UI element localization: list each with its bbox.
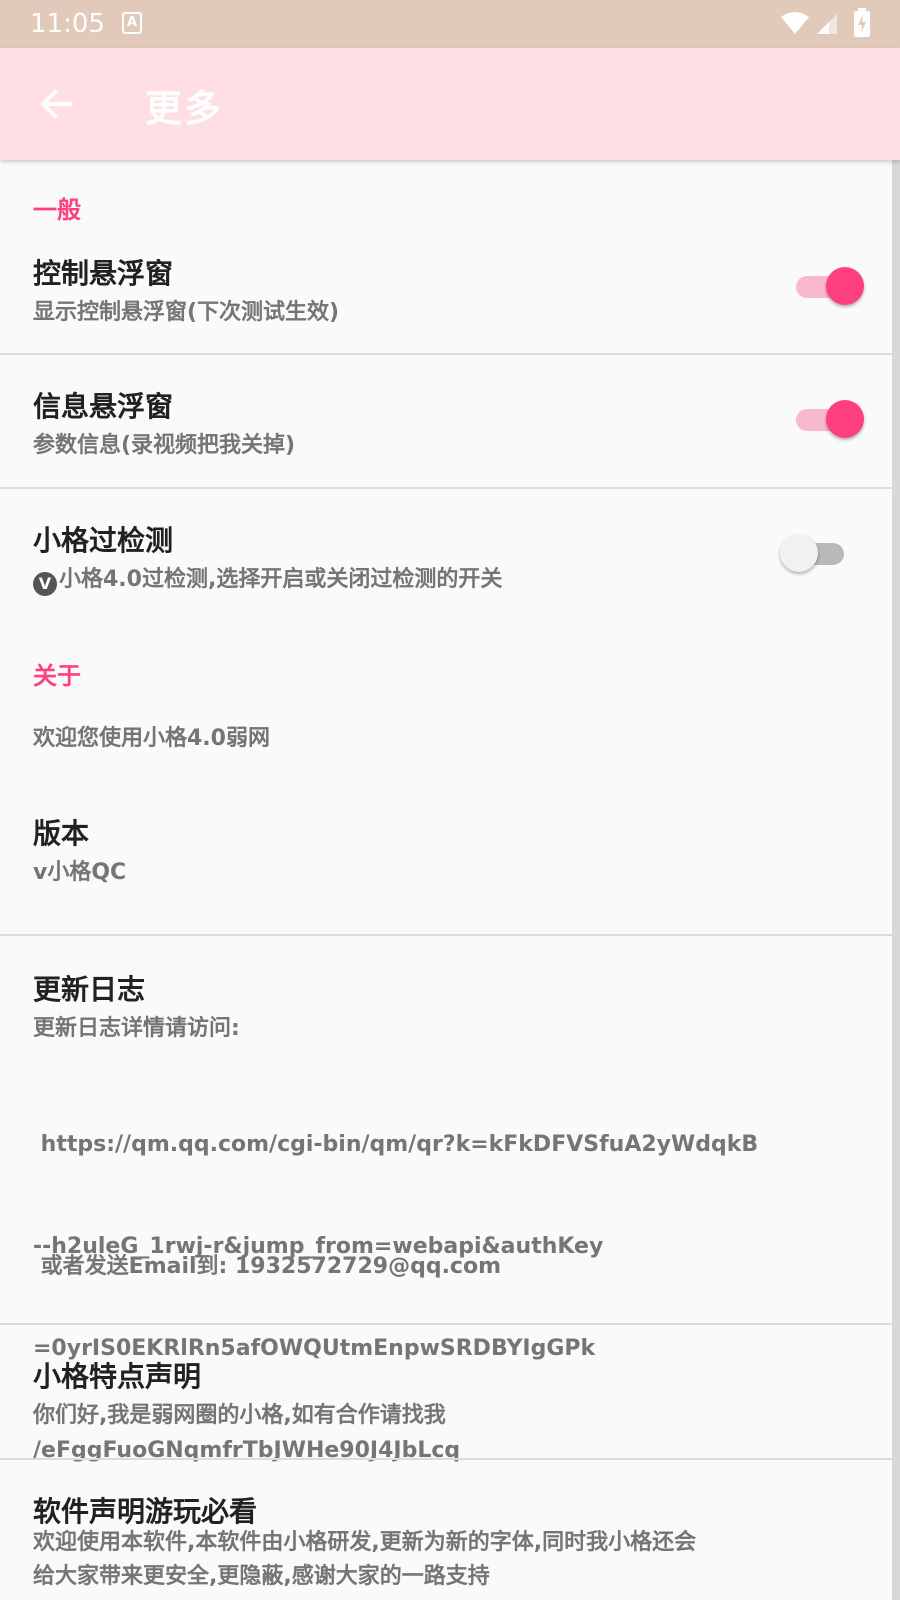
pref-software-statement[interactable]: 软件声明游玩必看 欢迎使用本软件,本软件由小格研发,更新为新的字体,同时我小格还… xyxy=(0,1460,892,1600)
signal-icon xyxy=(817,14,837,34)
battery-charging-icon xyxy=(854,8,870,37)
app-bar: 更多 xyxy=(0,48,900,160)
control-floating-window-switch[interactable] xyxy=(792,266,864,306)
statement-line: 欢迎使用本软件,本软件由小格研发,更新为新的字体,同时我小格还会 xyxy=(33,1530,697,1555)
changelog-email: 或者发送Email到: 1932572729@qq.com xyxy=(33,1254,502,1279)
pref-title: 软件声明游玩必看 xyxy=(33,1495,258,1528)
pref-control-floating-window[interactable]: 控制悬浮窗 显示控制悬浮窗(下次测试生效) xyxy=(0,222,892,356)
pref-title: 小格过检测 xyxy=(33,524,174,557)
pref-title: 小格特点声明 xyxy=(33,1360,202,1393)
welcome-text: 欢迎您使用小格4.0弱网 xyxy=(33,726,270,751)
url-line: https://qm.qq.com/cgi-bin/qm/qr?k=kFkDFV… xyxy=(33,1132,759,1157)
pref-info-floating-window[interactable]: 信息悬浮窗 参数信息(录视频把我关掉) xyxy=(0,355,892,487)
status-time: 11:05 xyxy=(30,9,105,39)
switch-thumb xyxy=(826,267,864,305)
statement-line: 给大家带来更安全,更隐蔽,感谢大家的一路支持 xyxy=(33,1564,490,1589)
category-general: 一般 xyxy=(33,196,81,224)
pref-bypass-detection[interactable]: 小格过检测 V 小格4.0过检测,选择开启或关闭过检测的开关 xyxy=(0,489,892,629)
pref-summary: 参数信息(录视频把我关掉) xyxy=(33,433,296,458)
pref-title: 控制悬浮窗 xyxy=(33,257,174,290)
v-badge-icon: V xyxy=(33,572,57,596)
category-about: 关于 xyxy=(33,662,81,690)
pref-summary: 小格4.0过检测,选择开启或关闭过检测的开关 xyxy=(59,567,503,592)
pref-title: 更新日志 xyxy=(33,973,146,1006)
changelog-intro: 更新日志详情请访问: xyxy=(33,1016,240,1041)
pref-feature-statement[interactable]: 小格特点声明 你们好,我是弱网圈的小格,如有合作请找我 xyxy=(0,1325,892,1457)
version-value: v小格QC xyxy=(33,860,127,885)
pref-welcome[interactable]: 欢迎您使用小格4.0弱网 xyxy=(0,688,892,778)
pref-summary: 显示控制悬浮窗(下次测试生效) xyxy=(33,300,340,325)
statement-text: 欢迎使用本软件,本软件由小格研发,更新为新的字体,同时我小格还会 给大家带来更安… xyxy=(33,1526,696,1594)
pref-changelog[interactable]: 更新日志 更新日志详情请访问: https://qm.qq.com/cgi-bi… xyxy=(0,936,892,1463)
bypass-detection-switch[interactable] xyxy=(780,533,850,573)
status-bar: 11:05 A xyxy=(0,0,900,48)
arrow-back-icon[interactable] xyxy=(36,84,76,124)
pref-summary: 你们好,我是弱网圈的小格,如有合作请找我 xyxy=(33,1403,446,1428)
wifi-icon xyxy=(781,12,809,34)
pref-title: 信息悬浮窗 xyxy=(33,390,174,423)
switch-thumb xyxy=(826,400,864,438)
preferences-list: 一般 控制悬浮窗 显示控制悬浮窗(下次测试生效) 信息悬浮窗 参数信息(录视频把… xyxy=(0,160,900,1600)
pref-summary-row: V 小格4.0过检测,选择开启或关闭过检测的开关 xyxy=(33,561,502,596)
switch-thumb xyxy=(780,534,818,572)
notification-icon: A xyxy=(122,12,142,34)
info-floating-window-switch[interactable] xyxy=(792,399,864,439)
page-title: 更多 xyxy=(145,87,223,130)
pref-title: 版本 xyxy=(33,817,90,850)
pref-version[interactable]: 版本 v小格QC xyxy=(0,778,892,916)
